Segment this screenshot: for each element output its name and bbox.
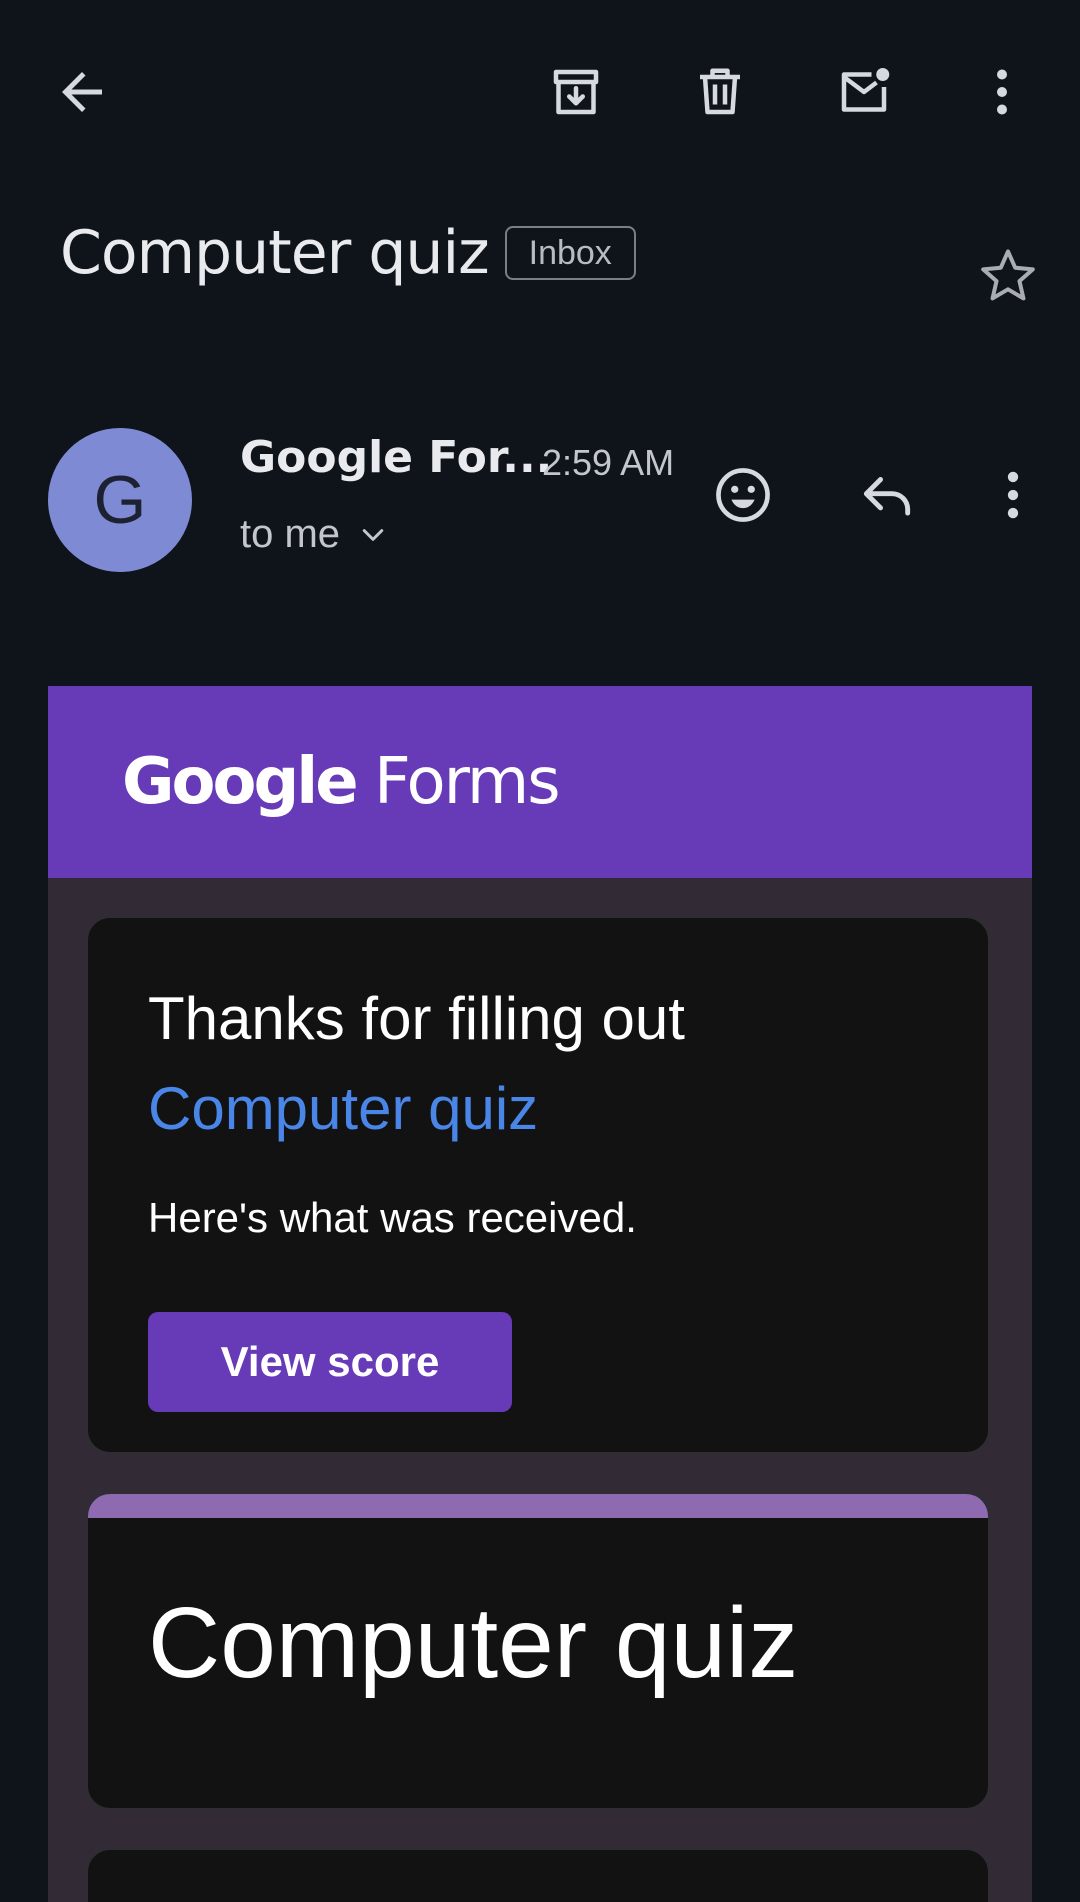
form-title-link[interactable]: Computer quiz — [148, 1074, 538, 1143]
inbox-label-chip[interactable]: Inbox — [504, 226, 636, 280]
logo-google-word: Google — [122, 745, 359, 819]
emoji-reaction-icon — [716, 468, 770, 522]
subject-title: Computer quiz — [60, 218, 490, 288]
title-card-accent-bar — [88, 1494, 988, 1518]
add-reaction-button[interactable] — [698, 450, 788, 540]
email-screen: Computer quiz Inbox G Google For... 2:59… — [0, 0, 1080, 1902]
reply-button[interactable] — [842, 450, 932, 540]
chevron-down-icon — [362, 528, 384, 541]
google-forms-logo: Google Forms — [122, 745, 561, 819]
more-vert-icon — [1007, 471, 1019, 519]
trash-icon — [700, 68, 740, 115]
star-button[interactable] — [972, 240, 1044, 312]
archive-button[interactable] — [528, 44, 624, 140]
google-forms-header: Google Forms — [48, 686, 1032, 878]
next-card — [86, 1848, 990, 1902]
reply-icon — [863, 477, 911, 516]
delete-button[interactable] — [672, 44, 768, 140]
archive-icon — [553, 69, 599, 115]
recipient-toggle[interactable]: to me — [240, 512, 388, 557]
confirmation-card: Thanks for filling out Computer quiz Her… — [86, 916, 990, 1454]
back-button[interactable] — [34, 44, 130, 140]
more-vert-icon — [997, 69, 1007, 115]
sent-time: 2:59 AM — [542, 442, 675, 483]
sender-avatar[interactable]: G — [48, 428, 192, 572]
sender-name: Google For... — [240, 432, 553, 483]
more-options-button[interactable] — [954, 44, 1050, 140]
message-more-button[interactable] — [968, 450, 1058, 540]
subject-row: Computer quiz Inbox — [60, 218, 636, 288]
top-toolbar — [0, 0, 1080, 185]
arrow-left-icon — [62, 72, 102, 112]
recipient-label: to me — [240, 512, 341, 556]
star-outline-icon — [981, 249, 1035, 301]
received-text: Here's what was received. — [148, 1194, 637, 1241]
mark-unread-button[interactable] — [816, 44, 912, 140]
email-body: Google Forms Thanks for filling out Comp… — [48, 686, 1032, 1902]
thanks-heading: Thanks for filling out — [148, 985, 685, 1052]
logo-forms-word: Forms — [373, 745, 561, 819]
form-title: Computer quiz — [148, 1587, 799, 1699]
form-title-card: Computer quiz — [86, 1492, 990, 1810]
view-score-button[interactable]: View score — [148, 1312, 512, 1412]
mail-unread-icon — [841, 68, 890, 112]
